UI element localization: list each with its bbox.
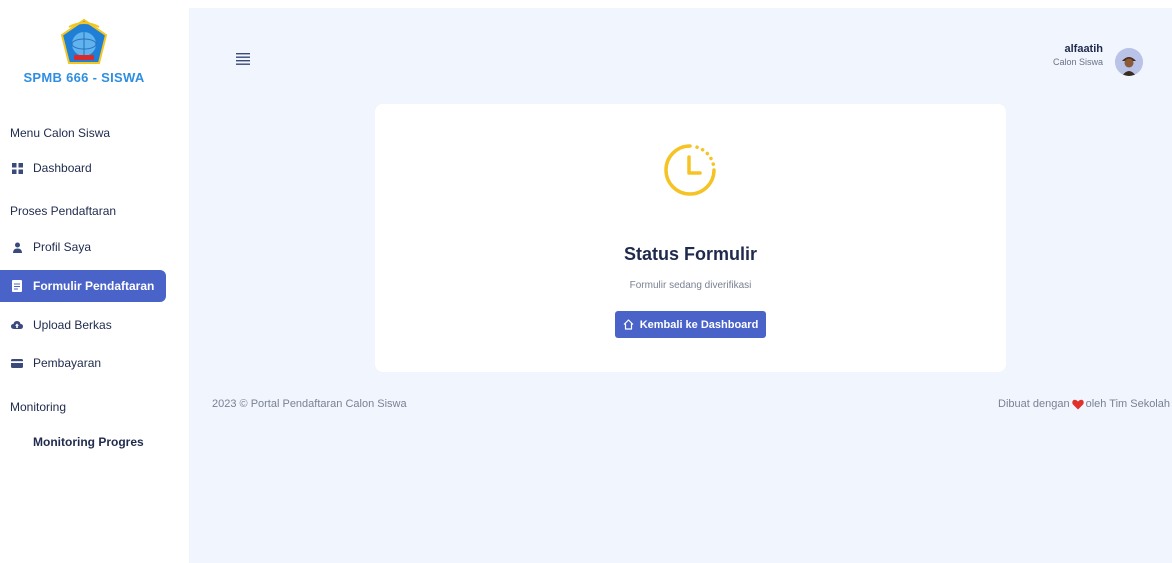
sidebar-item-label: Profil Saya — [33, 240, 92, 254]
cloud-upload-icon — [11, 319, 23, 331]
section-menu-calon-siswa: Menu Calon Siswa — [10, 126, 111, 140]
brand-title: SPMB 666 - SISWA — [23, 70, 145, 85]
footer-credit: Dibuat dengan oleh Tim Sekolah — [998, 398, 1170, 410]
main-content: alfaatih Calon Siswa Status Formulir For… — [189, 8, 1172, 563]
sidebar: SPMB 666 - SISWA Menu Calon Siswa Dashbo… — [0, 0, 189, 563]
sidebar-item-label: Dashboard — [33, 161, 92, 175]
page-title: Status Formulir — [623, 244, 757, 264]
sidebar-item-label: Pembayaran — [33, 356, 102, 370]
sidebar-item-label: Formulir Pendaftaran — [33, 279, 155, 293]
credit-card-icon — [11, 357, 23, 369]
sidebar-item-label: Monitoring Progres — [33, 435, 144, 449]
footer-credit-suffix: oleh Tim Sekolah — [1085, 398, 1170, 410]
sidebar-item-pembayaran[interactable]: Pembayaran — [0, 347, 166, 379]
avatar[interactable] — [1115, 48, 1143, 76]
status-message: Formulir sedang diverifikasi — [629, 280, 752, 291]
sidebar-item-formulir-pendaftaran[interactable]: Formulir Pendaftaran — [0, 270, 166, 302]
status-card: Status Formulir Formulir sedang diverifi… — [375, 104, 1006, 372]
home-icon — [623, 319, 634, 330]
section-monitoring: Monitoring — [10, 400, 67, 414]
document-icon — [11, 280, 23, 292]
school-logo-icon — [59, 18, 109, 68]
clock-icon — [660, 140, 720, 200]
footer-copyright: 2023 © Portal Pendaftaran Calon Siswa — [212, 398, 407, 410]
user-icon — [11, 241, 23, 253]
button-label: Kembali ke Dashboard — [639, 318, 759, 331]
sidebar-item-label: Upload Berkas — [33, 318, 112, 332]
heart-icon — [1071, 399, 1084, 410]
back-to-dashboard-button[interactable]: Kembali ke Dashboard — [615, 311, 766, 338]
section-proses-pendaftaran: Proses Pendaftaran — [10, 204, 117, 218]
footer-credit-prefix: Dibuat dengan — [998, 398, 1070, 410]
sidebar-item-upload-berkas[interactable]: Upload Berkas — [0, 309, 166, 341]
grid-icon — [11, 162, 23, 174]
user-role: Calon Siswa — [1052, 57, 1103, 67]
sidebar-item-profil-saya[interactable]: Profil Saya — [0, 231, 166, 263]
user-name: alfaatih — [1064, 43, 1103, 55]
menu-toggle-icon[interactable] — [236, 52, 250, 65]
sidebar-item-dashboard[interactable]: Dashboard — [0, 152, 166, 184]
sidebar-item-monitoring-progres[interactable]: Monitoring Progres — [0, 426, 166, 458]
